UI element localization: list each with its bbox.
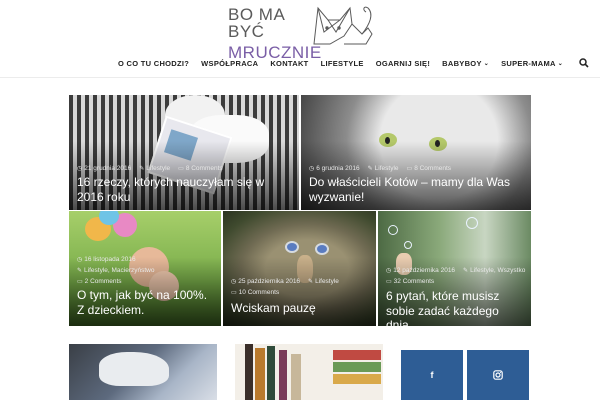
- clock-icon: ◷: [231, 279, 237, 285]
- nav-item-label: OGARNIJ SIĘ!: [375, 58, 431, 68]
- post-date: ◷ 6 grudnia 2016: [309, 165, 360, 172]
- post-title[interactable]: O tym, jak być na 100%. Z dzieckiem.: [77, 288, 213, 317]
- post-meta: ◷ 16 listopada 2016 ✎ Lifestyle, Macierzyń…: [77, 256, 154, 285]
- post-category[interactable]: ✎ Lifestyle, Macierzyństwo: [77, 267, 154, 274]
- comment-icon: ▭: [77, 279, 83, 285]
- post-date-text: 16 listopada 2016: [84, 256, 136, 263]
- post-date: ◷ 16 listopada 2016: [77, 256, 136, 263]
- post-category-text: Lifestyle, Macierzyństwo: [84, 267, 155, 274]
- post-date: ◷ 12 października 2016: [386, 267, 455, 274]
- nav-item-o-co-tu-chodzi[interactable]: O CO TU CHODZI?: [112, 59, 195, 68]
- post-date: ◷ 21 grudnia 2016: [77, 165, 131, 172]
- post-meta: ◷ 25 października 2016 ✎ Lifestyle ▭ 10 Com…: [231, 278, 371, 296]
- post-comments-text: 10 Comments: [238, 289, 280, 296]
- post-comments-text: 8 Comments: [185, 165, 223, 172]
- book-spine: [279, 350, 287, 400]
- nav-item-label: SUPER-MAMA: [501, 58, 556, 68]
- book-spine: [291, 354, 301, 400]
- facebook-icon: f: [430, 370, 434, 380]
- site-header: BO MA BYĆ MRUCZNIE: [0, 0, 600, 61]
- post-comments[interactable]: ▭ 2 Comments: [77, 278, 122, 285]
- chevron-down-icon: ⌄: [483, 60, 490, 67]
- nav-item-label: WSPÓŁPRACA: [201, 58, 259, 68]
- clock-icon: ◷: [386, 268, 392, 274]
- search-button[interactable]: [569, 58, 595, 68]
- post-category[interactable]: ✎ Lifestyle: [308, 278, 339, 285]
- nav-item-lifestyle[interactable]: LIFESTYLE: [315, 59, 370, 68]
- post-comments-text: 2 Comments: [84, 278, 122, 285]
- book-stack: [333, 362, 381, 372]
- featured-posts-grid: ◷ 21 grudnia 2016 ✎ Lifestyle ▭ 8 Comments …: [69, 95, 531, 326]
- post-date-text: 25 października 2016: [238, 278, 301, 285]
- nav-item-wspolpraca[interactable]: WSPÓŁPRACA: [195, 59, 264, 68]
- post-card[interactable]: ◷ 21 grudnia 2016 ✎ Lifestyle ▭ 8 Comments …: [69, 95, 299, 210]
- nav-item-label: O CO TU CHODZI?: [118, 58, 190, 68]
- post-category[interactable]: ✎ Lifestyle: [368, 165, 399, 172]
- post-comments-text: 8 Comments: [414, 165, 452, 172]
- edit-icon: ✎: [367, 166, 373, 172]
- post-thumbnail-sneakers[interactable]: [69, 344, 217, 400]
- main-navigation: O CO TU CHODZI? WSPÓŁPRACA KONTAKT LIFES…: [0, 52, 600, 78]
- post-category[interactable]: ✎ Lifestyle, Wszystko: [463, 267, 525, 274]
- cat-logo-icon: [313, 6, 373, 45]
- post-thumbnail-books[interactable]: [235, 344, 383, 400]
- post-category[interactable]: ✎ Lifestyle: [139, 165, 170, 172]
- chevron-down-icon: ⌄: [557, 60, 564, 67]
- clock-icon: ◷: [309, 166, 315, 172]
- post-card[interactable]: ◷ 16 listopada 2016 ✎ Lifestyle, Macierzyń…: [69, 211, 221, 326]
- facebook-button[interactable]: f: [401, 350, 463, 400]
- instagram-icon: [493, 370, 503, 380]
- nav-item-label: LIFESTYLE: [320, 58, 364, 68]
- post-date-text: 12 października 2016: [393, 267, 456, 274]
- post-category-text: Lifestyle: [146, 165, 171, 172]
- post-date-text: 21 grudnia 2016: [84, 165, 132, 172]
- post-title[interactable]: Wciskam pauzę: [231, 301, 368, 316]
- book-spine: [245, 344, 253, 400]
- post-category-text: Lifestyle, Wszystko: [470, 267, 526, 274]
- edit-icon: ✎: [139, 166, 145, 172]
- comment-icon: ▭: [406, 166, 413, 172]
- edit-icon: ✎: [463, 268, 469, 274]
- book-stack: [333, 350, 381, 360]
- sneaker-shape: [99, 352, 169, 386]
- comment-icon: ▭: [386, 279, 392, 285]
- instagram-button[interactable]: [467, 350, 529, 400]
- post-comments[interactable]: ▭ 8 Comments: [178, 165, 223, 172]
- comment-icon: ▭: [178, 166, 184, 172]
- book-stack: [333, 374, 381, 384]
- post-category-text: Lifestyle: [315, 278, 339, 285]
- edit-icon: ✎: [308, 279, 314, 285]
- post-category-text: Lifestyle: [374, 165, 399, 172]
- post-date-text: 6 grudnia 2016: [316, 165, 360, 172]
- post-meta: ◷ 12 października 2016 ✎ Lifestyle, Wszyst…: [386, 267, 531, 285]
- post-title[interactable]: 16 rzeczy, których nauczyłam się w 2016 …: [77, 175, 291, 204]
- nav-item-label: BABYBOY: [442, 58, 482, 68]
- post-comments[interactable]: ▭ 8 Comments: [407, 165, 452, 172]
- clock-icon: ◷: [77, 166, 83, 172]
- post-comments[interactable]: ▭ 32 Comments: [386, 278, 434, 285]
- post-title[interactable]: Do właścicieli Kotów – mamy dla Was wyzw…: [309, 175, 523, 204]
- book-spine: [255, 348, 265, 400]
- post-comments[interactable]: ▭ 10 Comments: [231, 289, 279, 296]
- post-card[interactable]: ◷ 25 października 2016 ✎ Lifestyle ▭ 10 Com…: [223, 211, 376, 326]
- post-meta: ◷ 21 grudnia 2016 ✎ Lifestyle ▭ 8 Comments: [77, 165, 223, 172]
- nav-item-babyboy[interactable]: BABYBOY ⌄: [436, 59, 495, 68]
- logo-line-1: BO MA BYĆ: [228, 5, 285, 41]
- nav-item-ogarnij-sie[interactable]: OGARNIJ SIĘ!: [370, 59, 436, 68]
- clock-icon: ◷: [77, 257, 83, 263]
- post-meta: ◷ 6 grudnia 2016 ✎ Lifestyle ▭ 8 Comments: [309, 165, 451, 172]
- search-icon: [579, 58, 589, 68]
- nav-item-label: KONTAKT: [270, 58, 309, 68]
- edit-icon: ✎: [77, 268, 83, 274]
- post-card[interactable]: ◷ 6 grudnia 2016 ✎ Lifestyle ▭ 8 Comments D…: [301, 95, 531, 210]
- post-card[interactable]: ◷ 12 października 2016 ✎ Lifestyle, Wszyst…: [378, 211, 531, 326]
- nav-item-kontakt[interactable]: KONTAKT: [264, 59, 314, 68]
- nav-list: O CO TU CHODZI? WSPÓŁPRACA KONTAKT LIFES…: [112, 58, 595, 68]
- nav-item-super-mama[interactable]: SUPER-MAMA ⌄: [495, 59, 569, 68]
- post-comments-text: 32 Comments: [393, 278, 435, 285]
- post-date: ◷ 25 października 2016: [231, 278, 300, 285]
- post-title[interactable]: 6 pytań, które musisz sobie zadać każdeg…: [386, 289, 523, 326]
- comment-icon: ▭: [231, 290, 237, 296]
- book-spine: [267, 346, 275, 400]
